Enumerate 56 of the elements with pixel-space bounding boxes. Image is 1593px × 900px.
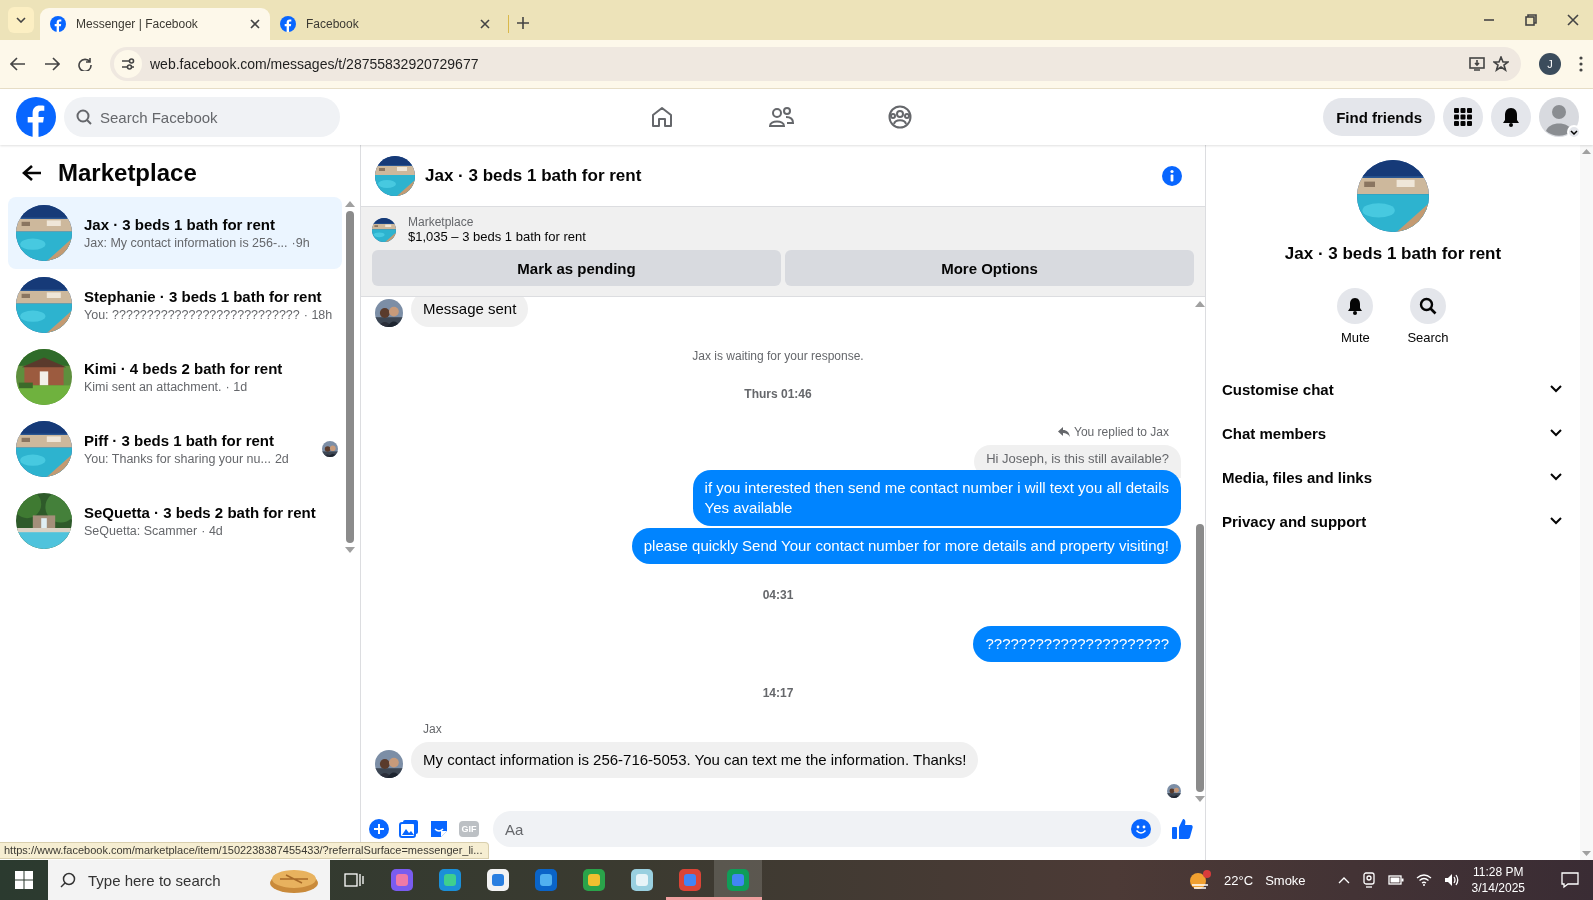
message-preview: SeQuetta: Scammer [84, 524, 198, 538]
conversation-item[interactable]: Stephanie · 3 beds 1 bath for rent You: ??????????????????????????? · 18h [8, 269, 342, 341]
message-preview: You: ??????????????????????????? [84, 308, 300, 322]
message-bubble: if you interested then send me contact number i will text you all details Yes available [692, 470, 1181, 526]
conversation-title: Jax · 3 beds 1 bath for rent [84, 216, 276, 233]
address-bar[interactable]: web.facebook.com/messages/t/28755832920729677 [110, 47, 1521, 81]
message-time: · 4d [201, 524, 223, 538]
timestamp: Thurs 01:46 [744, 387, 812, 401]
reply-note: You replied to Jax [1074, 425, 1169, 439]
section-header[interactable]: Chat members [1222, 411, 1564, 455]
listing-summary[interactable]: $1,035 – 3 beds 1 bath for rent [408, 229, 586, 244]
section-header[interactable]: Media, files and links [1222, 455, 1564, 499]
message-time: 2d [274, 452, 289, 466]
profile-button[interactable]: J [1539, 53, 1561, 75]
message-preview: You: Thanks for sharing your nu... [84, 452, 271, 466]
section-header[interactable]: Customise chat [1222, 367, 1564, 411]
contact-name: Jax · 3 beds 1 bath for rent [1284, 244, 1502, 264]
conversation-title: Piff · 3 beds 1 bath for rent [84, 432, 276, 449]
clock[interactable]: 11:28 PM 3/14/2025 [1471, 864, 1525, 896]
message-time: · 1d [225, 380, 248, 394]
conversation-item[interactable]: Piff · 3 beds 1 bath for rent You: Thanks for sharing your nu... 2d [8, 413, 342, 485]
conversation-title: Stephanie · 3 beds 1 bath for rent [84, 288, 323, 305]
message-preview: Jax: My contact information is 256-... [84, 236, 288, 250]
status-url: https://www.facebook.com/marketplace/item/1502238387455433/?referralSurface=messenger_li... [4, 844, 483, 856]
conversation-item[interactable]: Jax · 3 beds 1 bath for rent Jax: My contact information is 256-... ·9h [8, 197, 342, 269]
listing-action-button[interactable]: Mark as pending [372, 250, 781, 286]
message-bubble: My contact information is 256-716-5053. You can text me the information. Thanks! [411, 742, 979, 778]
weather-condition: Smoke [1265, 872, 1306, 888]
search-field[interactable]: Search Facebook [64, 97, 340, 137]
taskbar-search-field[interactable]: Type here to search [48, 860, 330, 900]
sidebar-title: Marketplace [58, 159, 197, 187]
message-preview: Kimi sent an attachment. [84, 380, 222, 394]
listing-action-button[interactable]: More Options [785, 250, 1194, 286]
action-label: Search [1407, 330, 1449, 345]
listing-source: Marketplace [408, 215, 475, 229]
chat-title: Jax · 3 beds 1 bath for rent [425, 165, 643, 186]
section-header[interactable]: Privacy and support [1222, 499, 1564, 543]
conversation-item[interactable]: SeQuetta · 3 beds 2 bath for rent SeQuetta: Scammer · 4d [8, 485, 342, 557]
action-label: Mute [1340, 330, 1370, 345]
browser-tab[interactable]: Facebook [270, 8, 500, 40]
sender-name: Jax [423, 722, 443, 736]
timestamp: 04:31 [762, 588, 794, 602]
message-time: · 18h [303, 308, 333, 322]
browser-tab[interactable]: Messenger | Facebook [40, 8, 270, 40]
message-time: ·9h [291, 236, 310, 250]
conversation-title: Kimi · 4 beds 2 bath for rent [84, 360, 284, 377]
weather-temperature: 22°C [1224, 872, 1254, 888]
message-field[interactable]: Aa [493, 811, 1161, 847]
message-bubble: please quickly Send Your contact number for more details and property visiting! [631, 528, 1181, 564]
status-text: Jax is waiting for your response. [692, 349, 864, 363]
message-bubble: ?????????????????????? [973, 626, 1181, 662]
find-friends-button[interactable]: Find friends [1323, 98, 1435, 136]
conversation-item[interactable]: Kimi · 4 beds 2 bath for rent Kimi sent an attachment. · 1d [8, 341, 342, 413]
message-bubble: Message sent [411, 297, 529, 327]
conversation-title: SeQuetta · 3 beds 2 bath for rent [84, 504, 317, 521]
timestamp: 14:17 [762, 686, 794, 700]
